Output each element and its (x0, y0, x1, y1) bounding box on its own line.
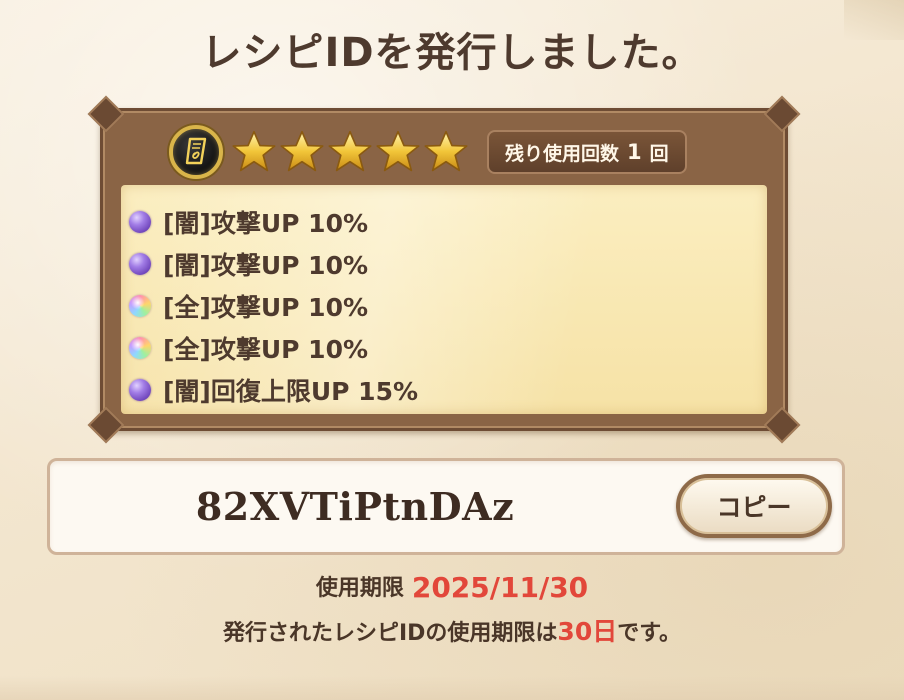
star-icon (232, 130, 276, 172)
star-icon (424, 130, 468, 172)
list-item: [闇]回復上限UP 15% (129, 369, 418, 411)
expiry-note: 発行されたレシピIDの使用期限は30日です。 (0, 612, 904, 648)
rarity-stars (231, 129, 471, 175)
recipe-card: 残り使用回数 1 回 [闇]攻撃UP 10% [闇]攻撃UP 10% [全]攻撃… (87, 95, 801, 444)
effect-text: [闇]攻撃UP 10% (163, 209, 369, 238)
effect-text: [全]攻撃UP 10% (163, 293, 369, 322)
expiry-label: 使用期限 (315, 576, 404, 601)
rainbow-orb-icon (129, 337, 151, 359)
recipe-id-value[interactable]: 82XVTiPtnDAz (50, 461, 660, 552)
recipe-id-box: 82XVTiPtnDAz コピー (47, 458, 845, 555)
expiry-line: 使用期限 2025/11/30 (0, 570, 904, 604)
rainbow-orb-icon (129, 295, 151, 317)
dark-orb-icon (129, 253, 151, 275)
dark-orb-icon (129, 211, 151, 233)
list-item: [闇]攻撃UP 10% (129, 201, 418, 243)
list-item: [全]攻撃UP 10% (129, 327, 418, 369)
ring-scroll-icon (169, 125, 223, 179)
star-icon (280, 130, 324, 172)
page-title: レシピIDを発行しました。 (201, 30, 703, 76)
expiry-note-suffix: です。 (617, 621, 682, 646)
effects-list: [闇]攻撃UP 10% [闇]攻撃UP 10% [全]攻撃UP 10% [全]攻… (129, 201, 418, 411)
recipe-card-header: 残り使用回数 1 回 (117, 119, 771, 185)
effect-text: [闇]攻撃UP 10% (163, 251, 369, 280)
card-corner-ornament (763, 406, 801, 444)
recipe-effects-panel: [闇]攻撃UP 10% [闇]攻撃UP 10% [全]攻撃UP 10% [全]攻… (121, 185, 767, 414)
star-icon (328, 130, 372, 172)
remaining-uses-badge: 残り使用回数 1 回 (487, 130, 687, 174)
list-item: [全]攻撃UP 10% (129, 285, 418, 327)
expiry-note-prefix: 発行されたレシピIDの使用期限は (222, 621, 558, 646)
expiry-date: 2025/11/30 (411, 571, 589, 604)
effect-text: [闇]回復上限UP 15% (163, 377, 419, 406)
bottom-divider (0, 676, 904, 700)
list-item: [闇]攻撃UP 10% (129, 243, 418, 285)
remaining-uses-unit: 回 (649, 142, 669, 165)
remaining-uses-value: 1 (627, 140, 642, 164)
expiry-note-days: 30日 (557, 617, 618, 646)
copy-button[interactable]: コピー (676, 474, 832, 538)
card-corner-ornament (87, 406, 125, 444)
dark-orb-icon (129, 379, 151, 401)
remaining-uses-label: 残り使用回数 (505, 142, 620, 165)
star-icon (376, 130, 420, 172)
effect-text: [全]攻撃UP 10% (163, 335, 369, 364)
